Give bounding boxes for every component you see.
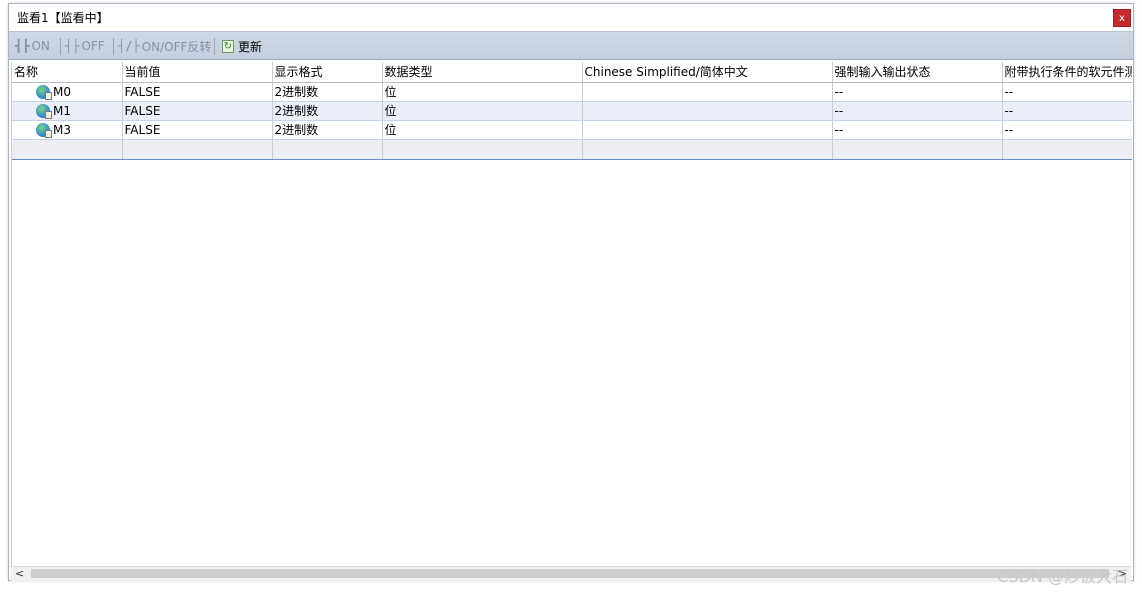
name-cell[interactable]: M3 (12, 120, 123, 140)
column-header-display-format[interactable]: 显示格式 (272, 62, 383, 83)
name-cell[interactable]: M0 (12, 82, 123, 102)
display-format-cell[interactable]: 2进制数 (272, 120, 383, 140)
column-header-data-type[interactable]: 数据类型 (382, 62, 583, 83)
new-entry-row[interactable] (12, 139, 1132, 160)
toolbar-separator (113, 38, 114, 55)
contact-off-icon: ┤├ (65, 39, 80, 53)
current-value-cell[interactable]: FALSE (122, 120, 273, 140)
off-label: OFF (81, 39, 105, 53)
title-bar: 监看1【监看中】 x (9, 4, 1133, 31)
refresh-label: 更新 (238, 39, 263, 54)
empty-cell[interactable] (382, 139, 583, 160)
on-button[interactable]: ┫┣ ON (15, 38, 50, 54)
table-row[interactable]: M1 FALSE 2进制数 位 -- -- (12, 101, 1132, 121)
data-type-cell[interactable]: 位 (382, 120, 583, 140)
refresh-icon: ↻ (222, 39, 234, 53)
device-name: M3 (53, 122, 71, 137)
on-label: ON (31, 39, 50, 53)
empty-cell[interactable] (582, 139, 833, 160)
comment-cell[interactable] (582, 82, 833, 102)
comment-cell[interactable] (582, 120, 833, 140)
empty-cell[interactable] (122, 139, 273, 160)
name-cell[interactable]: M1 (12, 101, 123, 121)
watermark: CSDN @炒饭大石 (997, 567, 1128, 586)
toggle-label: ON/OFF反转 (141, 39, 212, 54)
device-name: M0 (53, 84, 71, 99)
device-icon (36, 122, 52, 138)
display-format-cell[interactable]: 2进制数 (272, 82, 383, 102)
column-header-force-status[interactable]: 强制输入输出状态 (832, 62, 1003, 83)
device-icon (36, 103, 52, 119)
conditional-test-cell[interactable]: -- (1002, 101, 1132, 121)
header-row: 名称 当前值 显示格式 数据类型 Chinese Simplified/简体中文… (12, 62, 1132, 83)
watch-table: 名称 当前值 显示格式 数据类型 Chinese Simplified/简体中文… (12, 62, 1132, 160)
display-format-cell[interactable]: 2进制数 (272, 101, 383, 121)
column-header-name[interactable]: 名称 (12, 62, 123, 83)
data-type-cell[interactable]: 位 (382, 82, 583, 102)
watch-grid: 名称 当前值 显示格式 数据类型 Chinese Simplified/简体中文… (11, 62, 1132, 566)
toolbar-separator (60, 38, 61, 55)
contact-on-icon: ┫┣ (15, 39, 30, 53)
column-header-current-value[interactable]: 当前值 (122, 62, 273, 83)
device-name: M1 (53, 103, 71, 118)
scrollbar-thumb[interactable] (31, 569, 1109, 578)
toolbar-separator (214, 38, 215, 55)
table-row[interactable]: M3 FALSE 2进制数 位 -- -- (12, 120, 1132, 140)
conditional-test-cell[interactable]: -- (1002, 82, 1132, 102)
device-icon (36, 84, 52, 100)
force-status-cell[interactable]: -- (832, 120, 1003, 140)
comment-cell[interactable] (582, 101, 833, 121)
off-button[interactable]: ┤├ OFF (65, 38, 105, 54)
horizontal-scrollbar[interactable]: < > (11, 566, 1131, 581)
column-header-comment[interactable]: Chinese Simplified/简体中文 (582, 62, 833, 83)
monitor-window: 监看1【监看中】 x ┫┣ ON ┤├ OFF ┤/├ ON/OFF反转 ↻ 更… (8, 3, 1134, 581)
scroll-left-icon[interactable]: < (15, 567, 24, 580)
close-button[interactable]: x (1113, 9, 1131, 27)
column-header-conditional-test[interactable]: 附带执行条件的软元件测试 (1002, 62, 1132, 83)
empty-cell[interactable] (12, 139, 123, 160)
force-status-cell[interactable]: -- (832, 82, 1003, 102)
window-title: 监看1【监看中】 (17, 11, 109, 25)
contact-toggle-icon: ┤/├ (118, 39, 140, 53)
empty-cell[interactable] (832, 139, 1003, 160)
empty-cell[interactable] (1002, 139, 1132, 160)
current-value-cell[interactable]: FALSE (122, 82, 273, 102)
empty-cell[interactable] (272, 139, 383, 160)
table-row[interactable]: M0 FALSE 2进制数 位 -- -- (12, 82, 1132, 102)
refresh-button[interactable]: ↻ 更新 (222, 38, 262, 54)
current-value-cell[interactable]: FALSE (122, 101, 273, 121)
data-type-cell[interactable]: 位 (382, 101, 583, 121)
conditional-test-cell[interactable]: -- (1002, 120, 1132, 140)
toggle-button[interactable]: ┤/├ ON/OFF反转 (118, 38, 211, 54)
toolbar: ┫┣ ON ┤├ OFF ┤/├ ON/OFF反转 ↻ 更新 (9, 31, 1133, 60)
force-status-cell[interactable]: -- (832, 101, 1003, 121)
